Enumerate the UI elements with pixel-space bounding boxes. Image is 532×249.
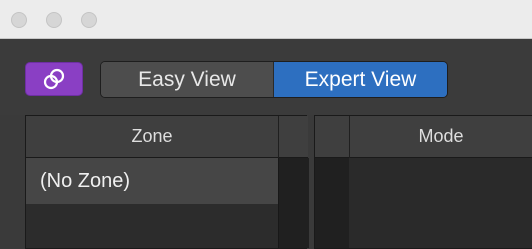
toolbar: Easy View Expert View bbox=[0, 39, 532, 115]
link-icon bbox=[43, 68, 65, 90]
zone-column-header[interactable]: Zone bbox=[26, 116, 278, 158]
zone-header-spacer bbox=[279, 116, 308, 158]
mode-list-panel: Mode bbox=[314, 115, 532, 249]
zone-list-item[interactable]: (No Zone) bbox=[26, 158, 278, 204]
view-mode-segmented-control: Easy View Expert View bbox=[100, 61, 448, 98]
zone-list-panel: Zone (No Zone) bbox=[25, 115, 309, 249]
zone-list-empty-area bbox=[26, 204, 278, 248]
app-window: Easy View Expert View Zone (No Zone) Mod… bbox=[0, 0, 532, 249]
mode-column-header[interactable]: Mode bbox=[350, 116, 532, 158]
expert-view-tab[interactable]: Expert View bbox=[274, 62, 447, 97]
zone-list-scrollbar[interactable] bbox=[278, 158, 309, 248]
title-bar bbox=[0, 0, 532, 39]
mode-header-spacer bbox=[315, 116, 349, 158]
minimize-window-button[interactable] bbox=[46, 12, 62, 28]
mode-list-gutter bbox=[315, 158, 350, 248]
easy-view-tab[interactable]: Easy View bbox=[101, 62, 274, 97]
link-button[interactable] bbox=[25, 62, 83, 96]
zoom-window-button[interactable] bbox=[81, 12, 97, 28]
close-window-button[interactable] bbox=[11, 12, 27, 28]
mode-list-body bbox=[349, 158, 532, 248]
